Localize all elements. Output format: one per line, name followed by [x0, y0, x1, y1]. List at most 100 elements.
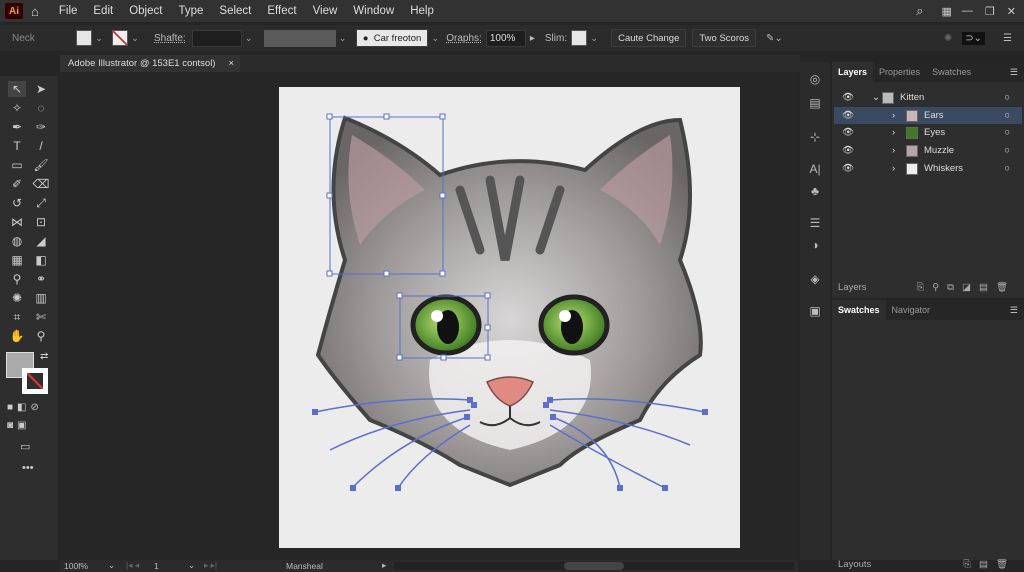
screen-mode-icon[interactable]: ▭ [20, 440, 30, 453]
target-circle-icon[interactable]: ○ [1004, 110, 1010, 121]
pen-tool-icon[interactable]: ✒ [8, 119, 26, 135]
artboard-number-field[interactable]: 1 [154, 561, 159, 571]
scale-icon[interactable]: ⤢ [32, 195, 50, 211]
slim-swatch[interactable] [571, 30, 588, 46]
puppet-warp-icon[interactable]: ✎⌄ [766, 33, 783, 44]
export-icon[interactable]: ⎘ [917, 282, 925, 293]
lasso-icon[interactable]: ◌ [32, 100, 50, 116]
stroke-weight-input[interactable] [191, 29, 242, 47]
home-icon[interactable]: ⌂ [31, 4, 39, 19]
chevron-down-icon[interactable]: ⌄ [128, 29, 142, 47]
target-circle-icon[interactable]: ○ [1004, 163, 1010, 174]
new-layer-icon[interactable]: ▤ [979, 282, 988, 293]
tab-navigator[interactable]: Navigator [886, 300, 937, 320]
stroke-swatch[interactable] [112, 30, 128, 46]
visibility-eye-icon[interactable]: 👁 [834, 145, 892, 156]
minimize-icon[interactable]: — [962, 5, 973, 17]
visibility-eye-icon[interactable]: 👁 [834, 92, 872, 103]
zoom-tool-icon[interactable]: ⚲ [32, 328, 50, 344]
target-circle-icon[interactable]: ○ [1004, 92, 1010, 103]
document-icon[interactable]: ▤ [806, 96, 824, 112]
rotate-icon[interactable]: ↺ [8, 195, 26, 211]
close-window-icon[interactable]: ✕ [1007, 5, 1016, 18]
magic-wand-icon[interactable]: ✧ [8, 100, 26, 116]
menu-edit[interactable]: Edit [85, 5, 121, 17]
menu-help[interactable]: Help [402, 5, 442, 17]
layer-row-eyes[interactable]: 👁 › Eyes ○ [834, 124, 1022, 141]
zoom-level-field[interactable]: 100f% [64, 561, 104, 571]
layer-row-kitten[interactable]: 👁 ⌄ Kitten ○ [834, 89, 1022, 106]
export-icon[interactable]: ⎘ [963, 559, 971, 570]
shaper-icon[interactable]: ✐ [8, 176, 26, 192]
workspace-icon[interactable]: ▦ [942, 5, 952, 18]
symbol-sprayer-icon[interactable]: ✺ [8, 290, 26, 306]
layer-row-muzzle[interactable]: 👁 › Muzzle ○ [834, 142, 1022, 159]
status-menu-icon[interactable]: ▸ [382, 560, 386, 571]
chevron-down-icon[interactable]: ⌄ [587, 29, 601, 47]
gradient-icon[interactable]: ◧ [32, 252, 50, 268]
chevron-down-icon[interactable]: ⌄ [188, 560, 195, 571]
search-icon[interactable]: ⌕ [916, 3, 923, 19]
align-panel-icon[interactable]: ☰ [806, 216, 824, 232]
two-scoros-button[interactable]: Two Scoros [692, 29, 757, 47]
next-artboard-icon[interactable]: ▸ ▸| [204, 560, 217, 571]
visibility-eye-icon[interactable]: 👁 [834, 127, 892, 138]
mesh-icon[interactable]: ▦ [8, 252, 26, 268]
width-tool-icon[interactable]: ⋈ [8, 214, 26, 230]
chevron-down-icon[interactable]: ⌄ [872, 92, 882, 103]
chevron-right-icon[interactable]: › [892, 145, 906, 156]
chevron-down-icon[interactable]: ⌄ [336, 29, 350, 47]
locate-object-icon[interactable]: ⚲ [932, 282, 939, 293]
close-tab-icon[interactable]: × [228, 58, 234, 69]
target-circle-icon[interactable]: ○ [1004, 145, 1010, 156]
artboards-icon[interactable]: ▣ [806, 304, 824, 320]
caute-change-button[interactable]: Caute Change [611, 29, 687, 47]
layer-row-ears[interactable]: 👁 › Ears ○ [834, 107, 1022, 124]
artboard[interactable] [279, 87, 740, 548]
hand-tool-icon[interactable]: ✋ [8, 328, 26, 344]
character-icon[interactable]: A| [806, 162, 824, 178]
variable-width-select[interactable] [263, 29, 336, 47]
symbols-icon[interactable]: ♣ [806, 184, 824, 200]
type-tool-icon[interactable]: T [8, 138, 26, 154]
shape-builder-icon[interactable]: ◍ [8, 233, 26, 249]
menu-window[interactable]: Window [345, 5, 402, 17]
menu-object[interactable]: Object [121, 5, 170, 17]
horizontal-scrollbar[interactable] [394, 562, 794, 570]
align-icon[interactable]: ⊃⌄ [962, 31, 986, 45]
restore-icon[interactable]: ❐ [985, 5, 995, 18]
clipping-mask-icon[interactable]: ⧉ [947, 282, 954, 293]
rectangle-tool-icon[interactable]: ▭ [8, 157, 26, 173]
libraries-icon[interactable]: ◎ [806, 72, 824, 88]
panel-menu-icon[interactable]: ☰ [1010, 305, 1018, 316]
chevron-right-icon[interactable]: › [892, 163, 906, 174]
eraser-icon[interactable]: ⌫ [32, 176, 50, 192]
chevron-right-icon[interactable]: › [892, 110, 906, 121]
blend-icon[interactable]: ⚭ [32, 271, 50, 287]
tab-layers[interactable]: Layers [832, 62, 874, 82]
tab-swatches[interactable]: Swatches [926, 62, 977, 82]
perspective-icon[interactable]: ◢ [32, 233, 50, 249]
panel-menu-icon[interactable]: ☰ [1003, 33, 1012, 44]
more-tools-icon[interactable]: ••• [22, 462, 34, 474]
target-circle-icon[interactable]: ○ [1004, 127, 1010, 138]
chevron-down-icon[interactable]: ⌄ [242, 29, 256, 47]
selection-tool-icon[interactable]: ↖ [8, 81, 26, 97]
document-tab[interactable]: Adobe Illustrator @ 153E1 contsol) × [60, 55, 240, 72]
chevron-down-icon[interactable]: ⌄ [428, 29, 442, 47]
chevron-down-icon[interactable]: ⌄ [92, 29, 106, 47]
panel-menu-icon[interactable]: ☰ [1010, 67, 1018, 78]
arrow-right-icon[interactable]: ▸ [530, 33, 535, 44]
menu-select[interactable]: Select [211, 5, 259, 17]
recolor-icon[interactable]: ✺ [944, 33, 952, 44]
new-sublayer-icon[interactable]: ◪ [962, 282, 971, 293]
draw-mode-icon[interactable]: ◙▣ [7, 420, 31, 431]
menu-view[interactable]: View [305, 5, 346, 17]
menu-effect[interactable]: Effect [259, 5, 304, 17]
transform-icon[interactable]: ⊹ [806, 130, 824, 146]
slice-icon[interactable]: ✄ [32, 309, 50, 325]
new-swatch-icon[interactable]: ▤ [979, 559, 988, 570]
eyedropper-icon[interactable]: ⚲ [8, 271, 26, 287]
menu-type[interactable]: Type [170, 5, 211, 17]
swap-colors-icon[interactable]: ⇄ [40, 351, 48, 362]
